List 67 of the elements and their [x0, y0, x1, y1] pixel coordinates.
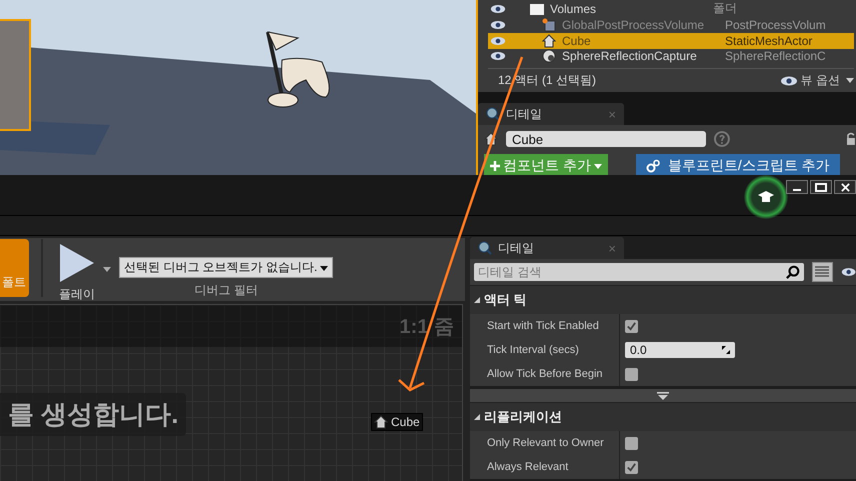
checkbox[interactable]: [625, 460, 638, 474]
triangle-icon[interactable]: [474, 414, 480, 420]
lock-icon[interactable]: [846, 132, 856, 146]
eye-icon: [780, 76, 798, 86]
actor-name: SphereReflectionCapture: [562, 49, 698, 64]
actor-type: SphereReflectionC: [725, 49, 826, 64]
expand-arrow-icon: [657, 392, 669, 400]
cube-icon: [542, 18, 556, 32]
eye-icon[interactable]: [490, 20, 506, 30]
plus-icon: [490, 161, 500, 171]
eye-icon[interactable]: [490, 51, 506, 62]
house-icon: [374, 415, 388, 429]
view-options-button[interactable]: 뷰 옵션: [780, 72, 854, 90]
search-icon: [786, 265, 800, 279]
info-magnifier-icon: [478, 241, 492, 255]
actor-type: PostProcessVolum: [725, 18, 826, 32]
outliner-row[interactable]: GlobalPostProcessVolume PostProcessVolum: [488, 17, 854, 33]
folder-icon: [530, 2, 544, 16]
actor-name: Cube: [562, 34, 592, 48]
property-label: Allow Tick Before Begin: [470, 362, 620, 386]
outliner-row[interactable]: SphereReflectionCapture SphereReflectionC: [488, 48, 854, 64]
maximize-icon[interactable]: [810, 180, 832, 194]
caret-icon: [594, 164, 602, 168]
info-magnifier-icon: [486, 107, 500, 121]
graph-node[interactable]: Cube: [371, 413, 423, 431]
number-field[interactable]: 0.0: [625, 342, 735, 358]
debug-filter-label: 디버그 필터: [194, 282, 258, 299]
triangle-icon[interactable]: [474, 297, 480, 303]
actor-name: Volumes: [550, 2, 598, 16]
help-icon[interactable]: [714, 131, 730, 147]
eye-icon[interactable]: [490, 36, 506, 46]
list-icon: [815, 266, 830, 278]
grid-view-button[interactable]: [812, 262, 833, 282]
sphere-icon: [542, 49, 556, 64]
outliner-row[interactable]: Volumes 폴더: [488, 0, 854, 17]
search-field[interactable]: 디테일 검색: [474, 263, 804, 281]
outliner-row[interactable]: Cube StaticMeshActor: [488, 32, 854, 48]
property-label: Always Relevant: [470, 455, 620, 479]
graduation-cap-icon[interactable]: [744, 175, 788, 219]
minimize-icon[interactable]: [786, 180, 808, 194]
house-icon: [484, 132, 498, 146]
actor-count: 12 액터 (1 선택됨): [498, 72, 596, 90]
add-blueprint-button[interactable]: 블루프린트/스크립트 추가: [636, 154, 840, 175]
house-icon: [542, 34, 556, 48]
caret-icon: [846, 78, 854, 84]
name-field[interactable]: Cube: [506, 131, 706, 147]
close-icon[interactable]: [834, 180, 856, 194]
section-title[interactable]: 리플리케이션: [484, 408, 562, 426]
zoom-label: 1:1 줌: [400, 314, 454, 340]
actor-type: StaticMeshActor: [725, 34, 812, 48]
actor-type: 폴더: [713, 0, 737, 17]
section-title[interactable]: 액터 틱: [484, 291, 527, 309]
hint-banner: 를 생성합니다.: [0, 393, 186, 436]
drag-arrows-icon: [722, 346, 730, 354]
eye-icon[interactable]: [840, 267, 856, 277]
graph-canvas[interactable]: 1:1 줌 를 생성합니다. Cube: [0, 304, 463, 481]
caret-icon: [320, 266, 328, 271]
debug-object-dropdown[interactable]: 선택된 디버그 오브젝트가 없습니다.: [119, 257, 334, 278]
details-tab[interactable]: 디테일 ×: [478, 103, 624, 125]
play-button[interactable]: 플레이: [55, 239, 99, 303]
actor-name: GlobalPostProcessVolume: [562, 18, 706, 32]
eye-icon[interactable]: [490, 4, 506, 14]
checkbox[interactable]: [625, 320, 638, 332]
checkbox[interactable]: [625, 368, 638, 380]
details-tab[interactable]: 디테일 ×: [470, 237, 624, 259]
caret-icon[interactable]: [103, 267, 111, 272]
checkbox[interactable]: [625, 436, 638, 450]
